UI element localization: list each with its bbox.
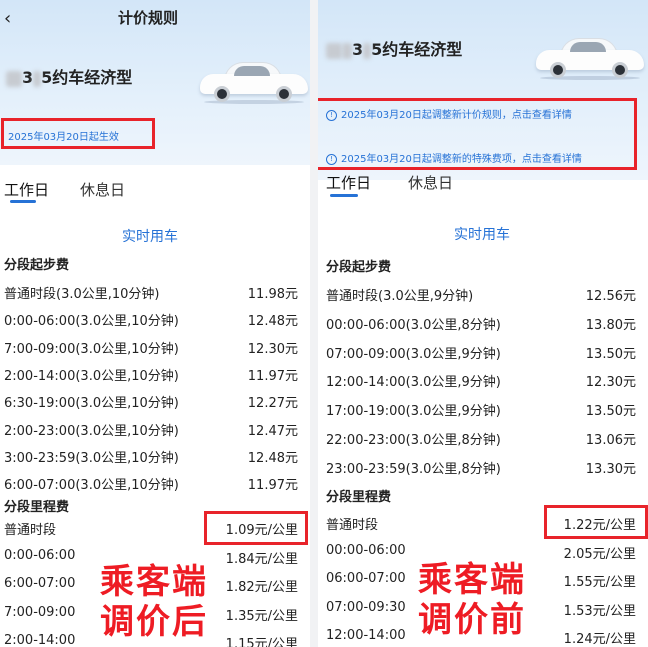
overlay-caption-before: 乘客端 调价前: [418, 560, 526, 640]
price-row-label: 07:00-09:00(3.0公里,9分钟): [326, 346, 501, 362]
highlight-box-mileage-price: [544, 505, 648, 539]
price-row-value: 1.35元/公里: [225, 608, 298, 624]
price-row-label: 00:00-06:00: [326, 542, 406, 558]
price-row-value: 12.48元: [247, 450, 298, 466]
redacted-mark: [342, 42, 352, 59]
price-row-label: 07:00-09:30: [326, 599, 406, 615]
price-row-value: 13.06元: [585, 433, 636, 448]
price-row-label: 06:00-07:00: [326, 571, 406, 586]
price-row-value: 1.24元/公里: [563, 632, 636, 647]
car-illustration: [536, 38, 644, 80]
tab-holiday[interactable]: 休息日: [408, 172, 453, 193]
tab-holiday[interactable]: 休息日: [80, 179, 125, 200]
price-row-value: 12.30元: [585, 375, 636, 391]
mode-label: 实时用车: [454, 227, 510, 243]
price-row-value: 13.50元: [585, 346, 636, 362]
car-class-title: 3 5约车经济型: [6, 64, 132, 88]
tab-indicator: [10, 200, 36, 203]
tab-indicator: [330, 194, 358, 197]
overlay-caption-after: 乘客端 调价后: [100, 562, 208, 642]
redacted-mark: [6, 70, 22, 87]
car-illustration: [200, 62, 308, 104]
price-row-value: 12.56元: [585, 289, 636, 304]
price-row-value: 1.84元/公里: [225, 551, 298, 567]
mode-label: 实时用车: [122, 229, 178, 245]
price-row-value: 13.30元: [585, 461, 636, 477]
price-row-label: 普通时段: [326, 518, 379, 533]
back-arrow-icon[interactable]: ‹: [4, 8, 11, 29]
price-row-label: 普通时段(3.0公里,9分钟): [326, 289, 474, 304]
right-screenshot-before: 3 5约车经济型 ! 2025年03月20日起调整新计价规则，点击查看详情 ! 202…: [318, 0, 648, 647]
price-row-label: 0:00-06:00: [4, 547, 76, 563]
price-row-label: 00:00-06:00(3.0公里,8分钟): [326, 317, 501, 333]
price-row-value: 13.50元: [585, 404, 636, 420]
price-row-value: 1.55元/公里: [563, 575, 636, 590]
price-row-label: 普通时段(3.0公里,10分钟): [4, 287, 160, 302]
price-row-label: 7:00-09:00: [4, 604, 76, 620]
price-row-value: 12.27元: [247, 396, 298, 412]
price-row-label: 7:00-09:00(3.0公里,10分钟): [4, 341, 179, 357]
price-row-value: 11.97元: [247, 368, 298, 384]
highlight-box-notices: [318, 98, 637, 170]
price-row-value: 12.30元: [247, 341, 298, 357]
price-row-label: 2:00-14:00: [4, 633, 76, 647]
tab-workday[interactable]: 工作日: [4, 179, 49, 200]
mileage-title: 分段里程费: [326, 490, 392, 505]
tab-workday[interactable]: 工作日: [326, 172, 371, 193]
price-row-value: 1.53元/公里: [563, 603, 636, 619]
price-row-value: 11.97元: [247, 478, 298, 494]
car-class-title: 3 5约车经济型: [326, 36, 462, 60]
price-row-label: 0:00-06:00(3.0公里,10分钟): [4, 314, 179, 330]
left-screenshot-after: ‹ 计价规则 3 5约车经济型 2025年03月20日起生效 工作日 休息日 实时…: [0, 0, 310, 647]
price-row-value: 12.47元: [247, 423, 298, 439]
price-row-label: 2:00-14:00(3.0公里,10分钟): [4, 368, 179, 384]
price-row-label: 2:00-23:00(3.0公里,10分钟): [4, 423, 179, 439]
price-row-label: 3:00-23:59(3.0公里,10分钟): [4, 450, 179, 466]
price-row-value: 1.82元/公里: [225, 580, 298, 596]
price-row-label: 6:00-07:00: [4, 576, 76, 592]
price-row-label: 22:00-23:00(3.0公里,8分钟): [326, 433, 501, 448]
price-row-label: 12:00-14:00: [326, 628, 406, 643]
price-row-value: 2.05元/公里: [563, 546, 636, 562]
start-fee-title: 分段起步费: [4, 258, 70, 273]
redacted-mark: [363, 42, 372, 59]
price-row-label: 23:00-23:59(3.0公里,8分钟): [326, 461, 501, 477]
mileage-title: 分段里程费: [4, 500, 70, 515]
price-row-value: 11.98元: [247, 287, 298, 302]
start-fee-title: 分段起步费: [326, 260, 392, 275]
price-row-label: 6:00-07:00(3.0公里,10分钟): [4, 478, 179, 494]
redacted-mark: [326, 42, 342, 59]
price-row-label: 普通时段: [4, 523, 57, 538]
redacted-mark: [33, 70, 42, 87]
highlight-box-mileage-price: [204, 511, 308, 545]
price-row-label: 12:00-14:00(3.0公里,9分钟): [326, 375, 501, 391]
highlight-box-effective-date: [1, 118, 155, 149]
price-row-value: 12.48元: [247, 314, 298, 330]
price-row-label: 17:00-19:00(3.0公里,9分钟): [326, 404, 501, 420]
price-row-value: 1.15元/公里: [225, 637, 298, 647]
page-title: 计价规则: [118, 9, 179, 27]
price-row-value: 13.80元: [585, 317, 636, 333]
price-row-label: 6:30-19:00(3.0公里,10分钟): [4, 396, 179, 412]
